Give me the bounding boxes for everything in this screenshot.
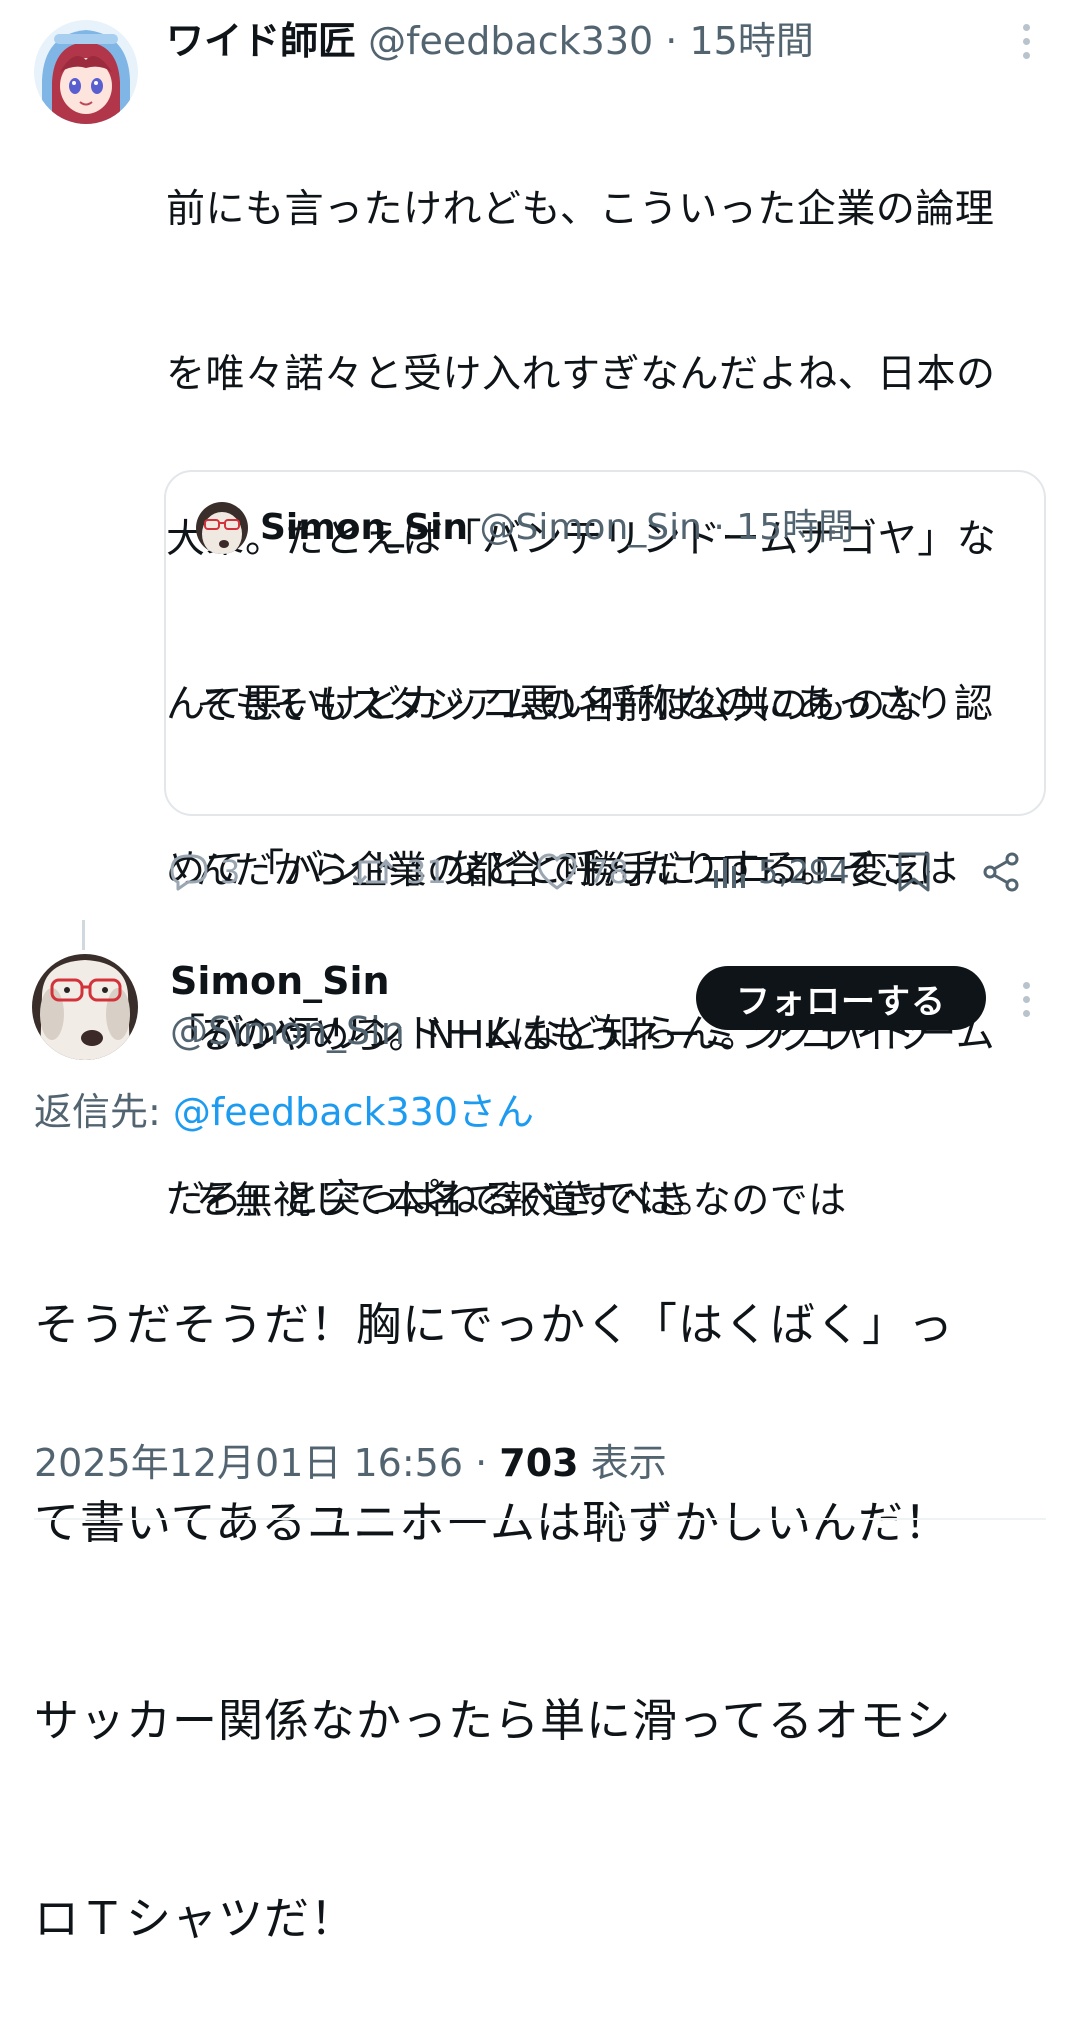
reply-to-line: 返信先: @feedback330さん xyxy=(34,1086,534,1138)
anime-avatar-image xyxy=(34,20,138,124)
separator-dot: · xyxy=(665,19,678,63)
tweet-timestamp[interactable]: 2025年12月01日 16:56 xyxy=(34,1441,463,1485)
share-icon xyxy=(983,852,1019,892)
tweet-text-line: 前にも言ったけれども、こういった企業の論理 xyxy=(166,187,995,232)
dog-avatar-image xyxy=(32,954,138,1060)
bar-chart-icon xyxy=(714,858,745,888)
reply-author-avatar[interactable] xyxy=(32,954,138,1060)
reply-count: 3 xyxy=(220,853,241,891)
author-name[interactable]: ワイド師匠 xyxy=(166,19,356,63)
like-count: 78 xyxy=(588,853,629,891)
tweet-view-count: 703 xyxy=(499,1441,579,1485)
reply-author-name[interactable]: Simon_Sin xyxy=(170,956,390,1006)
reply-text-line: ロＴシャツだ！ xyxy=(34,1892,357,1945)
quote-time: 15時間 xyxy=(736,507,855,548)
repost-count: 31 xyxy=(406,853,447,891)
tweet-view-label: 表示 xyxy=(590,1441,667,1485)
reply-text: そうだそうだ！胸にでっかく「はくばく」っ て書いてあるユニホームは恥ずかしいんだ… xyxy=(34,1160,1044,2018)
tweet-text-line: を唯々諾々と受け入れすぎなんだよね、日本の xyxy=(166,352,996,397)
like-button[interactable]: 78 xyxy=(536,846,629,898)
reply-bubble-icon xyxy=(170,854,208,891)
tweet-header: ワイド師匠 @feedback330 · 15時間 xyxy=(166,14,814,68)
author-avatar[interactable] xyxy=(34,20,138,124)
reply-to-label: 返信先: xyxy=(34,1090,161,1134)
reply-to-link[interactable]: @feedback330さん xyxy=(173,1090,534,1134)
reply-text-line: そうだそうだ！胸にでっかく「はくばく」っ xyxy=(34,1298,955,1351)
quoted-tweet-card[interactable]: Simon_Sin @Simon_Sin · 15時間 そもそもスタジアムの名前… xyxy=(164,470,1046,1222)
reply-text-line: て書いてあるユニホームは恥ずかしいんだ！ xyxy=(34,1496,950,1549)
quote-author-name: Simon_Sin xyxy=(260,507,469,548)
repost-button[interactable]: 31 xyxy=(350,846,447,898)
reply-author-handle[interactable]: @Simon_Sin xyxy=(170,1006,405,1056)
share-button[interactable] xyxy=(980,846,1022,898)
views-button[interactable]: 5,294 xyxy=(712,846,850,898)
reply-text-line: サッカー関係なかったら単に滑ってるオモシ xyxy=(34,1694,952,1747)
quote-text-line: そもそもスタジアムの名前は公共のものな xyxy=(196,683,925,727)
quote-header: Simon_Sin @Simon_Sin · 15時間 xyxy=(196,502,854,554)
divider xyxy=(34,1518,1046,1520)
view-count: 5,294 xyxy=(758,853,850,891)
thread-connector xyxy=(82,920,85,950)
bookmark-icon xyxy=(898,852,930,892)
follow-button[interactable]: フォローする xyxy=(696,966,986,1030)
tweet-time[interactable]: 15時間 xyxy=(689,19,813,63)
reply-button[interactable]: 3 xyxy=(168,846,240,898)
separator-dot: · xyxy=(475,1441,488,1485)
heart-icon xyxy=(537,853,577,890)
more-vertical-icon[interactable] xyxy=(1016,24,1036,59)
author-handle[interactable]: @feedback330 xyxy=(368,19,653,63)
tweet-meta: 2025年12月01日 16:56 · 703 表示 xyxy=(34,1436,667,1490)
repost-icon xyxy=(352,858,394,886)
bookmark-button[interactable] xyxy=(896,846,932,898)
quote-author-handle: @Simon_Sin xyxy=(479,507,702,548)
separator-dot: · xyxy=(713,507,725,548)
more-vertical-icon[interactable] xyxy=(1016,982,1036,1017)
